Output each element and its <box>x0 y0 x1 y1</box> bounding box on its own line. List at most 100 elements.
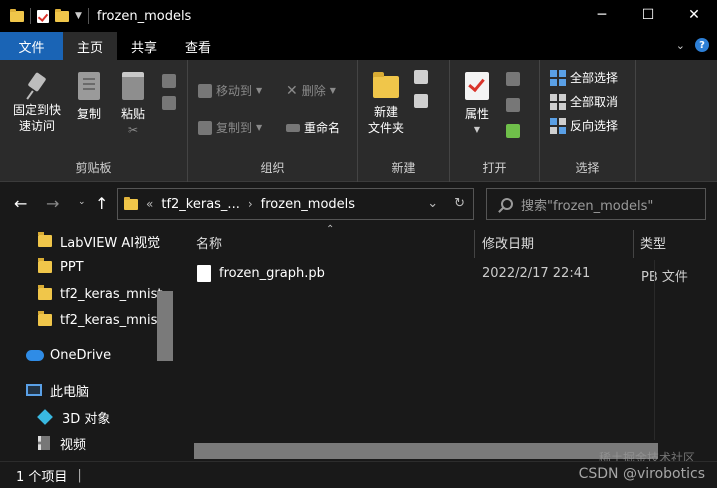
navigation-row: ← → ⌄ ↑ « tf2_keras_... › frozen_models … <box>0 182 717 224</box>
address-dropdown-chevron-icon[interactable]: ⌄ <box>427 196 438 211</box>
file-list[interactable]: ⌃ 名称 修改日期 类型 frozen_graph.pb 2022/2/17 2… <box>174 224 717 461</box>
arrow-left-icon[interactable]: ← <box>14 194 27 213</box>
file-icon <box>197 265 211 282</box>
select-none-label: 全部取消 <box>570 95 619 109</box>
help-icon[interactable]: ? <box>695 38 709 52</box>
new-item-icon[interactable] <box>414 70 428 84</box>
nav-item-this-pc[interactable]: 此电脑 <box>26 378 89 402</box>
cloud-icon <box>26 349 44 361</box>
new-folder-label-line2: 文件夹 <box>367 121 404 135</box>
tab-share[interactable]: 共享 <box>117 32 171 60</box>
copy-button[interactable]: 复制 <box>72 72 106 122</box>
edit-icon[interactable] <box>506 98 520 112</box>
new-folder-icon[interactable] <box>55 8 69 22</box>
column-divider[interactable] <box>633 230 634 258</box>
delete-button[interactable]: ✕ 删除 ▼ <box>286 82 336 99</box>
customize-quick-access-chevron-icon[interactable]: ▼ <box>75 11 82 21</box>
properties-button[interactable]: 属性 ▼ <box>458 72 496 138</box>
window-controls: ─ ☐ ✕ <box>579 0 717 30</box>
column-header-type[interactable]: 类型 <box>640 224 666 260</box>
rename-button[interactable]: 重命名 <box>286 119 340 136</box>
navigation-pane[interactable]: LabVIEW AI视觉 PPT tf2_keras_mnist tf2_ker… <box>0 224 174 461</box>
table-row[interactable]: frozen_graph.pb 2022/2/17 22:41 PB 文件 <box>174 260 717 288</box>
copy-to-icon <box>198 120 212 135</box>
tab-file[interactable]: 文件 <box>0 32 63 60</box>
select-all-label: 全部选择 <box>570 71 619 85</box>
select-group: 全部选择 全部取消 反向选择 选择 <box>540 60 636 182</box>
nav-item-label: tf2_keras_mnist <box>60 312 163 328</box>
nav-item-tf2-keras-mnist-1[interactable]: tf2_keras_mnist <box>38 282 162 306</box>
new-folder-button[interactable]: 新建 文件夹 <box>362 70 410 136</box>
status-cursor: | <box>77 467 82 483</box>
rename-icon <box>286 123 300 132</box>
folder-icon <box>38 232 52 247</box>
recent-locations-chevron-icon[interactable]: ⌄ <box>78 197 86 207</box>
pin-label-line1: 固定到快 <box>12 103 61 117</box>
properties-check-icon[interactable] <box>37 9 49 23</box>
nav-item-tf2-keras-mnist-2[interactable]: tf2_keras_mnist <box>38 308 162 332</box>
folder-icon <box>38 285 52 300</box>
properties-label: 属性 <box>464 107 489 121</box>
address-bar[interactable]: « tf2_keras_... › frozen_models ⌄ ↻ <box>117 188 474 220</box>
horizontal-scrollbar-thumb[interactable] <box>194 443 658 459</box>
copy-to-button[interactable]: 复制到 ▼ <box>198 119 262 136</box>
close-button[interactable]: ✕ <box>671 0 717 30</box>
tab-view[interactable]: 查看 <box>171 32 225 60</box>
maximize-button[interactable]: ☐ <box>625 0 671 30</box>
nav-item-3d-objects[interactable]: 3D 对象 <box>37 405 110 429</box>
paste-label: 粘贴 <box>120 107 145 121</box>
paste-shortcut-icon[interactable] <box>162 96 176 110</box>
column-header-modified[interactable]: 修改日期 <box>482 224 534 260</box>
column-divider[interactable] <box>474 230 475 258</box>
new-folder-label-line1: 新建 <box>373 105 398 119</box>
organize-group-label: 组织 <box>260 161 285 175</box>
paste-button[interactable]: 粘贴 ✂ <box>116 72 150 138</box>
ribbon-tabs-right: ⌄ ? <box>676 38 709 52</box>
column-header-name[interactable]: 名称 <box>196 224 222 260</box>
organize-group: 移动到 ▼ 复制到 ▼ ✕ 删除 ▼ 重命名 组织 <box>188 60 358 182</box>
copy-label: 复制 <box>76 107 101 121</box>
breadcrumb-overflow[interactable]: « <box>146 197 153 211</box>
folder-icon <box>124 196 138 210</box>
new-folder-icon <box>373 72 399 98</box>
arrow-up-icon[interactable]: ↑ <box>95 194 108 213</box>
nav-item-labview[interactable]: LabVIEW AI视觉 <box>38 229 160 253</box>
nav-item-videos[interactable]: 视频 <box>38 431 86 455</box>
refresh-icon[interactable]: ↻ <box>454 196 465 211</box>
move-to-button[interactable]: 移动到 ▼ <box>198 82 262 99</box>
nav-item-ppt[interactable]: PPT <box>38 255 84 279</box>
breadcrumb-item-current[interactable]: frozen_models <box>261 197 355 212</box>
paste-icon <box>122 72 144 100</box>
folder-icon <box>38 258 52 273</box>
ribbon-tabs: 文件 主页 共享 查看 ⌄ ? <box>0 32 717 60</box>
tab-home[interactable]: 主页 <box>63 32 118 60</box>
breadcrumb-item[interactable]: tf2_keras_... <box>161 197 240 212</box>
search-input[interactable]: 搜索"frozen_models" <box>486 188 706 220</box>
clipboard-group: 固定到快 速访问 复制 粘贴 ✂ 剪贴板 <box>0 60 188 182</box>
copy-to-label: 复制到 <box>216 121 253 135</box>
minimize-button[interactable]: ─ <box>579 0 625 30</box>
folder-icon <box>10 8 24 22</box>
invert-selection-icon <box>550 117 566 134</box>
vertical-scrollbar[interactable] <box>654 260 655 440</box>
divider <box>87 8 89 24</box>
new-group-label: 新建 <box>391 161 416 175</box>
cut-icon[interactable]: ✂ <box>128 122 138 138</box>
computer-icon <box>26 384 42 396</box>
expand-ribbon-chevron-icon[interactable]: ⌄ <box>676 39 685 52</box>
search-icon <box>501 198 513 210</box>
pin-quick-access-button[interactable]: 固定到快 速访问 <box>8 72 66 134</box>
nav-item-onedrive[interactable]: OneDrive <box>26 343 111 367</box>
easy-access-icon[interactable] <box>414 94 428 108</box>
breadcrumb-separator-icon[interactable]: › <box>248 197 253 211</box>
select-none-button[interactable]: 全部取消 <box>550 93 618 110</box>
delete-chevron-icon: ▼ <box>329 86 336 95</box>
nav-scrollbar-thumb[interactable] <box>157 291 173 361</box>
open-icon[interactable] <box>506 72 520 86</box>
select-all-button[interactable]: 全部选择 <box>550 69 618 86</box>
invert-selection-button[interactable]: 反向选择 <box>550 117 618 134</box>
copy-icon <box>78 72 100 100</box>
arrow-right-icon[interactable]: → <box>46 194 59 213</box>
history-icon[interactable] <box>506 124 520 138</box>
copy-path-icon[interactable] <box>162 74 176 88</box>
